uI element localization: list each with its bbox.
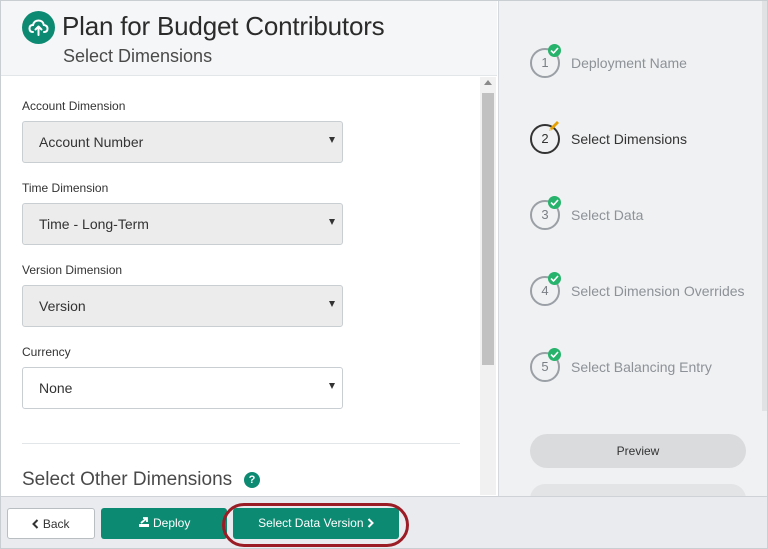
step-label: Select Balancing Entry <box>571 359 712 375</box>
cloud-upload-icon <box>22 11 55 44</box>
account-dimension-value: Account Number <box>39 134 143 150</box>
time-dimension-label: Time Dimension <box>22 181 108 195</box>
deploy-icon <box>138 516 153 530</box>
currency-select[interactable]: None <box>22 367 343 409</box>
dimension-form: Account Dimension Account Number Time Di… <box>1 77 479 495</box>
step-select-dimension-overrides[interactable]: 4 Select Dimension Overrides <box>530 276 767 310</box>
account-dimension-label: Account Dimension <box>22 99 125 113</box>
secondary-side-button[interactable] <box>530 484 746 496</box>
step-label: Deployment Name <box>571 55 687 71</box>
step-deployment-name[interactable]: 1 Deployment Name <box>530 48 767 82</box>
page-subtitle: Select Dimensions <box>63 46 212 67</box>
back-button-label: Back <box>43 517 70 531</box>
check-icon <box>548 44 561 57</box>
steps-panel: 1 Deployment Name 2 Select Dimensions 3 … <box>498 1 767 496</box>
version-dimension-value: Version <box>39 298 86 314</box>
step-select-dimensions[interactable]: 2 Select Dimensions <box>530 124 767 158</box>
step-label: Select Dimensions <box>571 131 687 147</box>
help-icon[interactable]: ? <box>244 472 260 488</box>
version-dimension-select[interactable]: Version <box>22 285 343 327</box>
back-button[interactable]: Back <box>7 508 95 539</box>
highlight-ring <box>222 503 409 547</box>
currency-value: None <box>39 380 72 396</box>
steps-scrollbar[interactable] <box>762 1 767 411</box>
check-icon <box>548 272 561 285</box>
chevron-left-icon <box>32 509 39 540</box>
section-divider <box>22 443 460 444</box>
step-select-data[interactable]: 3 Select Data <box>530 200 767 234</box>
version-dimension-label: Version Dimension <box>22 263 122 277</box>
check-icon <box>548 348 561 361</box>
page-title: Plan for Budget Contributors <box>62 11 384 42</box>
preview-button[interactable]: Preview <box>530 434 746 468</box>
caret-down-icon <box>329 383 335 389</box>
step-label: Select Data <box>571 207 643 223</box>
account-dimension-select[interactable]: Account Number <box>22 121 343 163</box>
pencil-icon <box>547 119 561 133</box>
time-dimension-value: Time - Long-Term <box>39 216 149 232</box>
caret-down-icon <box>329 219 335 225</box>
time-dimension-select[interactable]: Time - Long-Term <box>22 203 343 245</box>
deploy-button-label: Deploy <box>153 516 190 530</box>
step-select-balancing-entry[interactable]: 5 Select Balancing Entry <box>530 352 767 386</box>
step-label: Select Dimension Overrides <box>571 283 745 299</box>
deploy-button[interactable]: Deploy <box>101 508 227 539</box>
caret-down-icon <box>329 137 335 143</box>
currency-label: Currency <box>22 345 71 359</box>
check-icon <box>548 196 561 209</box>
caret-down-icon <box>329 301 335 307</box>
page-header: Plan for Budget Contributors Select Dime… <box>1 1 497 76</box>
other-dimensions-heading: Select Other Dimensions <box>22 469 232 491</box>
scroll-up-arrow-icon[interactable] <box>484 80 492 85</box>
form-scrollbar-thumb[interactable] <box>482 93 494 365</box>
